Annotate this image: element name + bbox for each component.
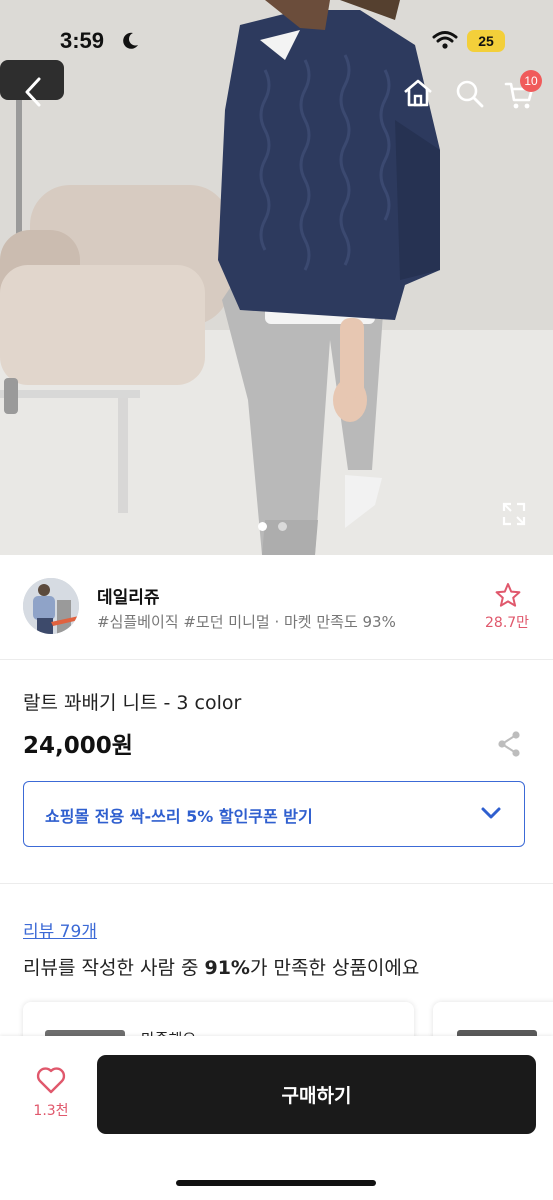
buy-button[interactable]: 구매하기: [97, 1055, 536, 1134]
coupon-label: 쇼핑몰 전용 싹-쓰리 5% 할인쿠폰 받기: [45, 807, 313, 826]
review-count-link[interactable]: 리뷰 79개: [23, 917, 97, 942]
product-title: 랄트 꽈배기 니트 - 3 color: [23, 692, 242, 714]
battery-indicator: 25: [467, 30, 505, 52]
gallery-dot-1[interactable]: [258, 522, 267, 531]
review-summary-suffix: 가 만족한 상품이에요: [249, 957, 420, 979]
product-price: 24,000원: [23, 733, 133, 759]
seller-row[interactable]: 데일리쥬 #심플베이직 #모던 미니멀 · 마켓 만족도 93% 28.7만: [0, 556, 553, 660]
cart-count-badge: 10: [520, 70, 542, 92]
gallery-dot-2[interactable]: [278, 522, 287, 531]
search-icon[interactable]: [455, 79, 485, 109]
back-button[interactable]: [22, 76, 44, 108]
expand-icon[interactable]: [502, 502, 526, 526]
section-divider: [0, 883, 553, 884]
coupon-button[interactable]: 쇼핑몰 전용 싹-쓰리 5% 할인쿠폰 받기: [23, 781, 525, 847]
status-time: 3:59: [60, 28, 105, 53]
like-button[interactable]: 1.3천: [26, 1066, 76, 1126]
moon-icon: [123, 32, 138, 49]
chevron-down-icon: [481, 807, 501, 819]
star-icon[interactable]: [495, 582, 521, 608]
seller-tags: #심플베이직 #모던 미니멀 · 마켓 만족도 93%: [97, 613, 396, 631]
seller-favorite-count: 28.7만: [485, 615, 530, 631]
review-summary: 리뷰를 작성한 사람 중 91%가 만족한 상품이에요: [23, 953, 419, 980]
like-count: 1.3천: [33, 1103, 69, 1119]
wifi-icon: [432, 31, 458, 49]
home-indicator: [176, 1180, 376, 1186]
share-icon[interactable]: [497, 731, 521, 757]
product-image-gallery[interactable]: 3:59 25 10: [0, 0, 553, 555]
seller-avatar-image: [23, 578, 79, 634]
bottom-action-bar: 1.3천 구매하기: [0, 1036, 553, 1200]
status-bar: 3:59 25: [0, 26, 553, 60]
seller-avatar[interactable]: [23, 578, 79, 634]
home-icon[interactable]: [402, 78, 434, 108]
review-summary-prefix: 리뷰를 작성한 사람 중: [23, 957, 205, 979]
seller-name[interactable]: 데일리쥬: [97, 583, 160, 608]
heart-icon: [36, 1067, 66, 1094]
gallery-pagination: [258, 516, 298, 535]
review-summary-percent: 91%: [204, 957, 250, 979]
